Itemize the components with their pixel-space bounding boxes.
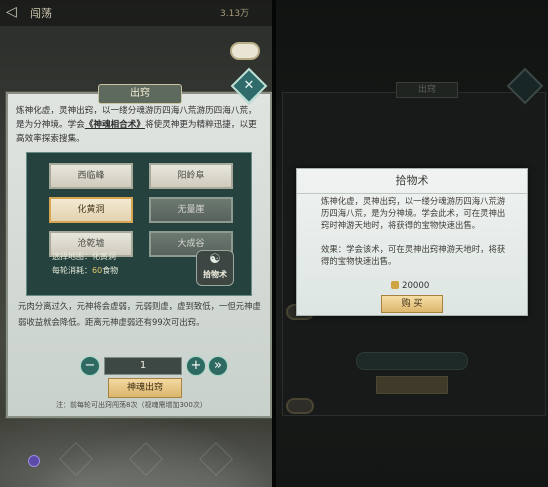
story-text: 元肉分离过久，元神将会虚弱，元弱则虚，虚到致低，一但元神虚弱收益就会降低。距离元… [18, 301, 261, 327]
cost-value: 60 [92, 266, 103, 275]
resource-counter: 3.13万 [220, 9, 250, 19]
dialog-title: 出窍 [98, 84, 182, 104]
popup-title: 拾物术 [297, 169, 527, 194]
coin-icon [391, 281, 399, 289]
page-title: 闯荡 [30, 7, 52, 20]
dimmed-action-button [376, 376, 448, 394]
cloud-ornament-icon [288, 400, 312, 412]
max-button[interactable]: » [208, 356, 228, 376]
dimmed-dialog-title: 出窍 [396, 82, 458, 98]
intro-text: 炼神化虚，灵神出窍，以一缕分魂游历四海八荒游历四海八荒，是为分神境。学会《神魂相… [16, 104, 262, 146]
location-xilinfeng[interactable]: 西临峰 [49, 163, 133, 189]
left-screen: ◁ 闯荡 3.13万 出窍 炼神化虚，灵神出窍，以一缕分魂游历四海八荒游历四海八… [0, 0, 272, 487]
popup-effect: 效果：学会该术，可在灵神出窍神游天地时，将获得的宝物快速出售。 [321, 244, 506, 266]
plus-button[interactable]: + [186, 356, 206, 376]
dimmed-stepper [356, 352, 468, 370]
close-icon: ✕ [243, 78, 255, 93]
count-value[interactable]: 1 [104, 357, 182, 375]
skill-link[interactable]: 《神魂相合术》 [85, 120, 145, 130]
emblem-label: 拾物术 [203, 270, 227, 279]
back-arrow-icon[interactable]: ◁ [6, 4, 22, 20]
selected-map-label: 选择地图：化黄洞 [52, 252, 116, 261]
mist-decoration [0, 407, 272, 487]
location-yanglingfu[interactable]: 阳岭阜 [149, 163, 233, 189]
buy-button[interactable]: 购 买 [381, 295, 443, 313]
shiwushu-emblem-button[interactable]: ☯ 拾物术 [196, 250, 234, 286]
orb-icon [28, 455, 40, 467]
minus-button[interactable]: − [80, 356, 100, 376]
top-bar: ◁ 闯荡 3.13万 [0, 0, 272, 26]
cost-line: 每轮消耗：60食物 [52, 264, 118, 278]
price-tag: 20000 [391, 281, 429, 291]
skill-popup: 拾物术 炼神化虚，灵神出窍，以一缕分魂游历四海八荒游历四海八荒，是为分神境。学会… [296, 168, 528, 316]
chuqiao-button[interactable]: 神魂出窍 [108, 378, 182, 398]
location-huahuangdong[interactable]: 化黄洞 [49, 197, 133, 223]
cloud-ornament-icon [232, 44, 258, 58]
selection-info: 选择地图：化黄洞 每轮消耗：60食物 [52, 250, 118, 278]
popup-description: 炼神化虚，灵神出窍，以一缕分魂游历四海八荒游历四海八荒，是为分神境。学会此术，可… [321, 196, 506, 230]
chuqiao-dialog: 出窍 炼神化虚，灵神出窍，以一缕分魂游历四海八荒游历四海八荒，是为分神境。学会《… [6, 84, 272, 418]
cost-label: 每轮消耗： [52, 266, 92, 275]
yinyang-icon: ☯ [209, 252, 221, 267]
price-value: 20000 [402, 281, 430, 291]
cost-unit: 食物 [102, 266, 119, 275]
location-wuliangya[interactable]: 无量崖 [149, 197, 233, 223]
